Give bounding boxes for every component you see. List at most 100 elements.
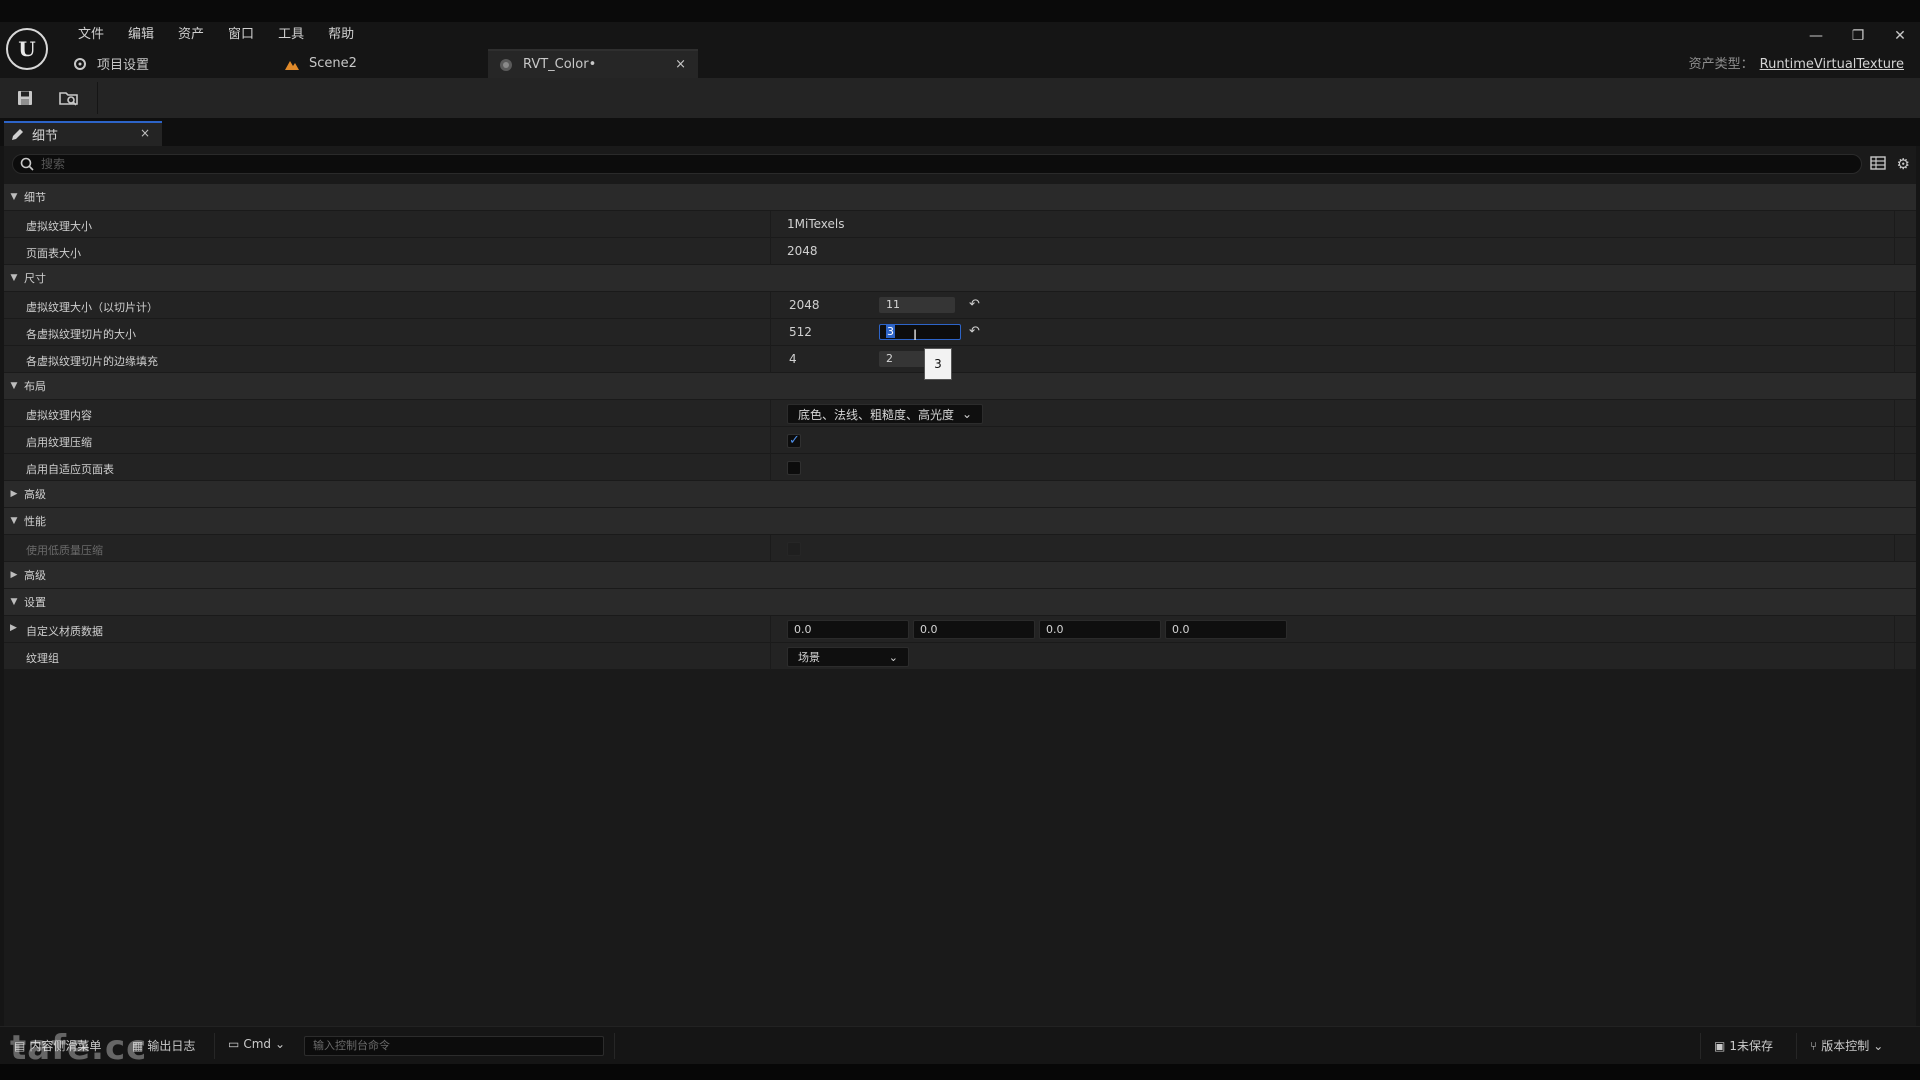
cmd-dropdown[interactable]: ▭ Cmd ⌄ (228, 1037, 285, 1051)
expand-arrow-icon: ▶ (10, 570, 18, 580)
menu-asset[interactable]: 资产 (166, 24, 216, 46)
menu-window[interactable]: 窗口 (216, 24, 266, 46)
property-name: 启用自适应页面表 (26, 463, 114, 476)
property-name: 自定义材质数据 (26, 625, 103, 638)
tab-scene2[interactable]: Scene2 (284, 49, 357, 78)
chevron-down-icon: ⌄ (888, 650, 898, 664)
source-control-button[interactable]: ⑂ 版本控制 ⌄ (1810, 1037, 1883, 1054)
asset-type-link[interactable]: RuntimeVirtualTexture (1760, 57, 1904, 72)
value-column: 场景 ⌄ (770, 643, 1894, 670)
property-matrix-icon[interactable] (1870, 156, 1886, 170)
status-separator (614, 1033, 615, 1059)
custom-data-field-w[interactable]: 0.0 (1165, 620, 1287, 639)
reset-to-default-icon[interactable]: ↶ (969, 297, 980, 312)
custom-data-field-y[interactable]: 0.0 (913, 620, 1035, 639)
category-label: 细节 (24, 191, 46, 204)
computed-value: 4 (789, 352, 797, 366)
browse-to-asset-button[interactable] (54, 85, 84, 111)
menu-tools[interactable]: 工具 (266, 24, 316, 46)
collapse-arrow-icon: ▼ (10, 597, 18, 607)
asset-type: 资产类型： RuntimeVirtualTexture (1689, 53, 1904, 72)
property-row-adaptive-page-table: 启用自适应页面表 (4, 454, 1916, 481)
category-settings[interactable]: ▼ 设置 (4, 589, 1916, 616)
status-bar: ▤ 内容侧滑菜单 ▦ 输出日志 ▭ Cmd ⌄ ▣ 1未保存 ⑂ 版本控制 ⌄ (0, 1026, 1920, 1064)
category-advanced[interactable]: ▶ 高级 (4, 481, 1916, 508)
close-tab-icon[interactable]: × (675, 57, 686, 72)
value-column: 2048 (770, 238, 1894, 265)
category-details[interactable]: ▼ 细节 (4, 184, 1916, 211)
tab-rvt-color[interactable]: RVT_Color• × (488, 49, 698, 78)
tab-details[interactable]: 细节 × (4, 121, 162, 146)
unsaved-button[interactable]: ▣ 1未保存 (1714, 1037, 1773, 1054)
row-extension (1894, 616, 1916, 643)
close-panel-icon[interactable]: × (140, 126, 150, 140)
row-extension (1894, 211, 1916, 238)
reset-to-default-icon[interactable]: ↶ (969, 324, 980, 339)
compression-checkbox[interactable] (787, 433, 801, 448)
expand-arrow-icon[interactable]: ▶ (10, 623, 17, 633)
category-label: 尺寸 (24, 272, 46, 285)
value-column (770, 454, 1894, 481)
row-extension (1894, 427, 1916, 454)
property-value: 2048 (787, 244, 818, 258)
category-label: 布局 (24, 380, 46, 393)
restore-button[interactable]: ❐ (1838, 26, 1878, 46)
texture-group-dropdown[interactable]: 场景 ⌄ (787, 647, 909, 667)
custom-data-field-x[interactable]: 0.0 (787, 620, 909, 639)
console-command-input[interactable] (304, 1036, 604, 1056)
tile-size-field[interactable]: 3 (879, 324, 961, 340)
tile-border-field[interactable]: 2 (879, 351, 929, 367)
tab-project-settings[interactable]: 项目设置 (72, 49, 149, 78)
custom-data-field-z[interactable]: 0.0 (1039, 620, 1161, 639)
category-advanced[interactable]: ▶ 高级 (4, 562, 1916, 589)
menu-help[interactable]: 帮助 (316, 24, 366, 46)
value-column: 底色、法线、粗糙度、高光度 ⌄ (770, 400, 1894, 427)
status-separator (1796, 1033, 1797, 1059)
output-log-label: 输出日志 (147, 1039, 196, 1053)
property-row-virtual-texture-size: 虚拟纹理大小 1MiTexels (4, 211, 1916, 238)
dropdown-value: 底色、法线、粗糙度、高光度 (798, 407, 955, 422)
project-settings-icon (72, 56, 88, 72)
selected-text: 3 (886, 325, 895, 338)
save-icon (18, 91, 32, 105)
category-label: 高级 (24, 488, 46, 501)
search-input[interactable] (41, 156, 1841, 172)
property-name: 页面表大小 (26, 247, 81, 260)
menu-file[interactable]: 文件 (66, 24, 116, 46)
details-panel: ⚙ ▼ 细节 虚拟纹理大小 1MiTexels 页面表大小 2048 ▼ 尺寸 … (4, 146, 1916, 1026)
unsaved-label: 1未保存 (1729, 1039, 1773, 1053)
row-extension (1894, 643, 1916, 670)
value-tooltip: 3 (924, 348, 952, 380)
computed-value: 2048 (789, 298, 820, 312)
category-layout[interactable]: ▼ 布局 (4, 373, 1916, 400)
expand-arrow-icon: ▶ (10, 489, 18, 499)
minimize-button[interactable]: — (1796, 26, 1836, 46)
dropdown-value: 场景 (798, 651, 820, 664)
row-extension (1894, 400, 1916, 427)
tab-label: 项目设置 (97, 58, 150, 73)
browse-asset-icon (59, 92, 78, 106)
value-column: 1MiTexels (770, 211, 1894, 238)
value-column (770, 427, 1894, 454)
adaptive-page-table-checkbox[interactable] (787, 461, 801, 475)
row-extension (1894, 238, 1916, 265)
panel-title: 细节 (32, 129, 59, 144)
category-performance[interactable]: ▼ 性能 (4, 508, 1916, 535)
panel-tab-bar: 细节 × (0, 118, 1920, 146)
asset-type-label: 资产类型： (1688, 57, 1754, 72)
property-row-texture-group: 纹理组 场景 ⌄ (4, 643, 1916, 670)
size-in-tiles-field[interactable]: 11 (879, 297, 955, 313)
cmd-label: Cmd (243, 1037, 272, 1051)
chevron-down-icon: ⌄ (962, 407, 973, 421)
row-extension (1894, 319, 1916, 346)
category-size[interactable]: ▼ 尺寸 (4, 265, 1916, 292)
category-label: 设置 (24, 596, 46, 609)
texture-asset-icon (498, 57, 514, 73)
gear-icon[interactable]: ⚙ (1897, 155, 1910, 173)
save-button[interactable] (10, 85, 40, 111)
close-window-button[interactable]: ✕ (1880, 26, 1920, 46)
unreal-logo-icon[interactable]: U (6, 28, 48, 70)
watermark: tafe.cc (10, 1028, 148, 1068)
content-dropdown[interactable]: 底色、法线、粗糙度、高光度 ⌄ (787, 404, 984, 424)
menu-edit[interactable]: 编辑 (116, 24, 166, 46)
